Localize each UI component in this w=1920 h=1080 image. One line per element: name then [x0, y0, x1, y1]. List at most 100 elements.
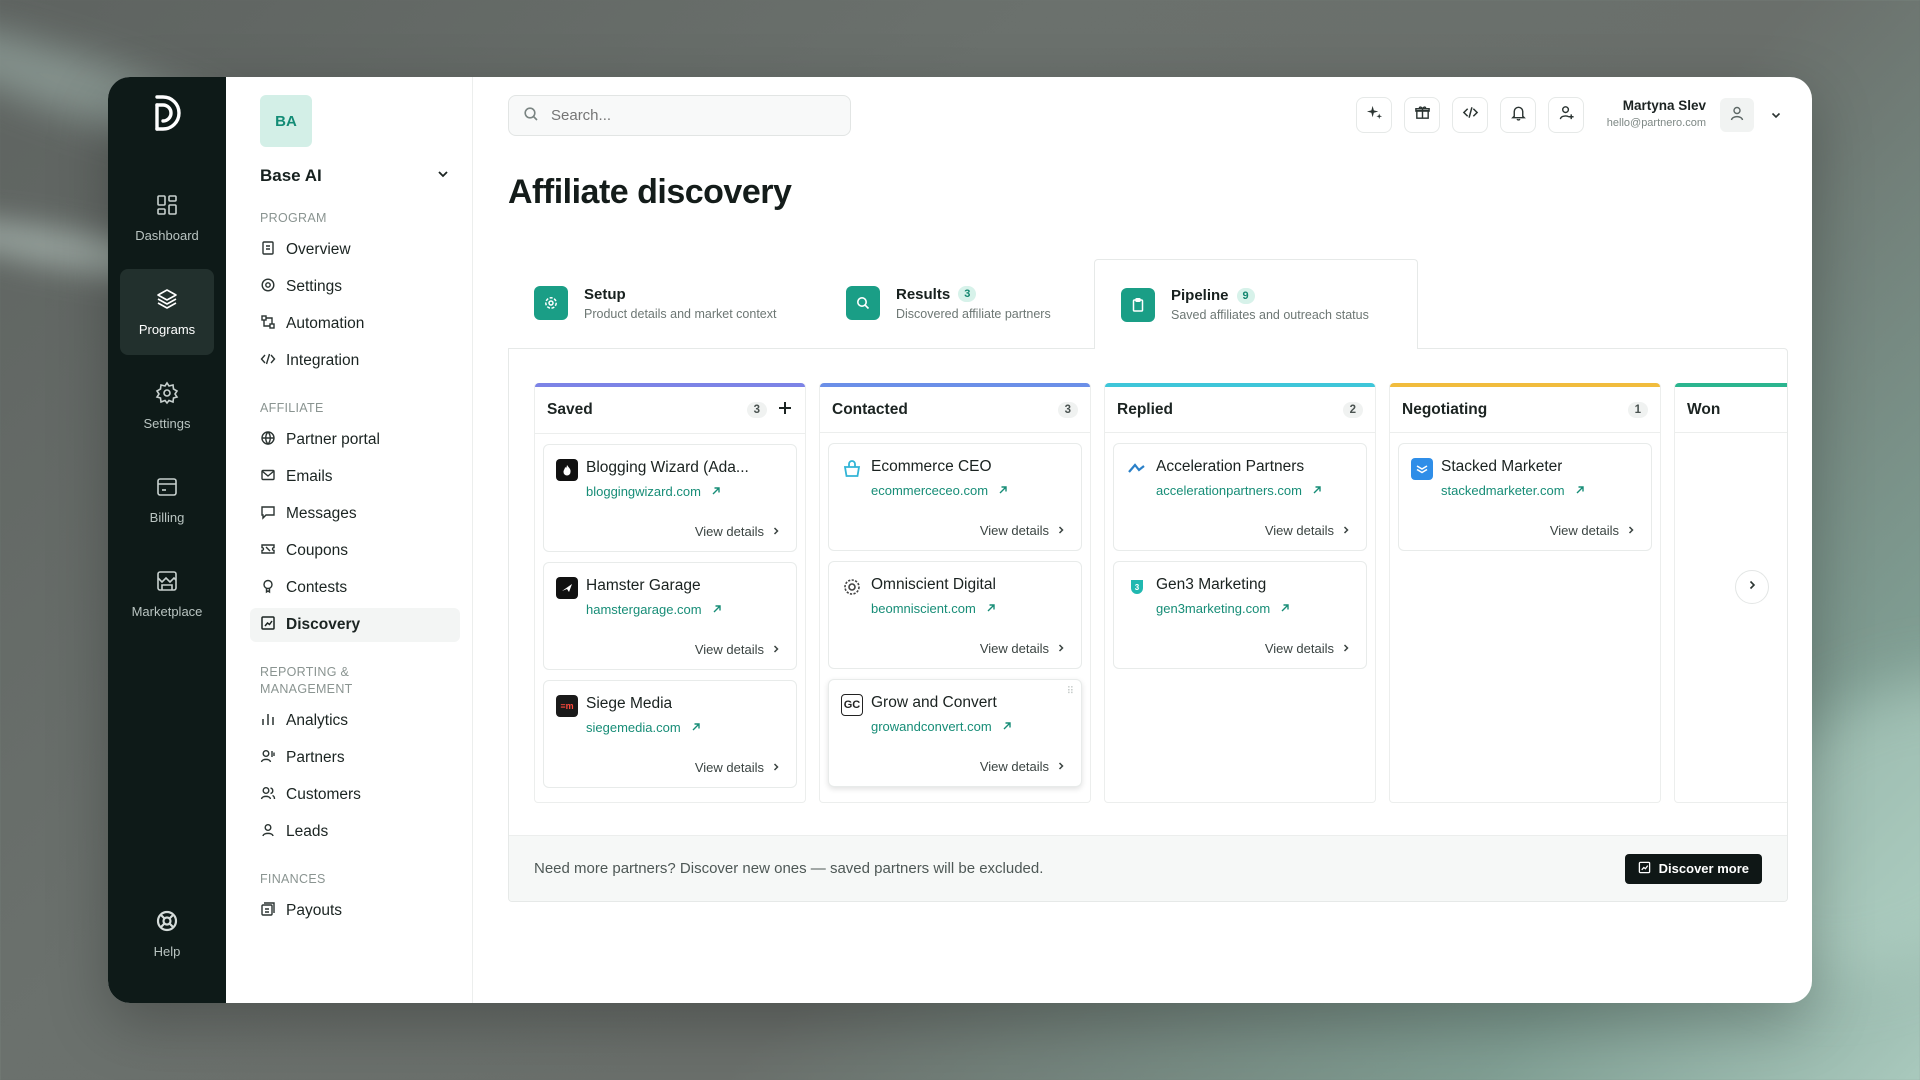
view-details-link[interactable]: View details — [1265, 641, 1350, 656]
rail-programs-label: Programs — [138, 322, 196, 337]
scroll-next-button[interactable] — [1735, 570, 1769, 604]
gift-button[interactable] — [1404, 97, 1440, 133]
card-blogging-wizard[interactable]: Blogging Wizard (Ada... bloggingwizard.c… — [543, 444, 797, 552]
workspace-switcher[interactable]: Base AI — [260, 164, 450, 188]
card-link[interactable]: growandconvert.com — [871, 719, 1012, 734]
card-link[interactable]: accelerationpartners.com — [1156, 483, 1322, 498]
drag-handle-icon[interactable]: ⠿ — [1067, 686, 1074, 697]
user-info: Martyna Slev hello@partnero.com — [1607, 98, 1706, 129]
tab-pipeline[interactable]: Pipeline 9 Saved affiliates and outreach … — [1094, 259, 1418, 349]
tab-results[interactable]: Results 3 Discovered affiliate partners — [820, 259, 1100, 347]
user-menu-chevron-down-icon[interactable] — [1770, 108, 1782, 126]
bell-icon — [1510, 104, 1527, 126]
card-link[interactable]: hamstergarage.com — [586, 602, 722, 617]
card-gen3-marketing[interactable]: 3 Gen3 Marketing gen3marketing.com View … — [1113, 561, 1367, 669]
view-details-link[interactable]: View details — [1550, 523, 1635, 538]
nav-coupons[interactable]: Coupons — [250, 534, 460, 568]
nav-automation[interactable]: Automation — [250, 307, 460, 341]
discover-chart-icon — [1638, 861, 1651, 877]
external-arrow-icon — [1312, 483, 1322, 498]
nav-overview-label: Overview — [286, 241, 351, 258]
view-details-link[interactable]: View details — [695, 524, 780, 539]
nav-partner-portal[interactable]: Partner portal — [250, 423, 460, 457]
rail-dashboard[interactable]: Dashboard — [120, 175, 214, 261]
column-negotiating-count: 1 — [1627, 401, 1648, 418]
document-icon — [260, 240, 276, 261]
pipeline-columns: Saved 3 Blogging Wizard (Ada... blogging… — [534, 383, 1787, 803]
omniscient-digital-logo-icon — [841, 576, 863, 598]
page-title: Affiliate discovery — [508, 173, 792, 211]
nav-messages[interactable]: Messages — [250, 497, 460, 531]
notifications-button[interactable] — [1500, 97, 1536, 133]
card-link[interactable]: ecommerceceo.com — [871, 483, 1008, 498]
card-link-text: gen3marketing.com — [1156, 601, 1271, 616]
partnero-logo[interactable] — [147, 91, 187, 135]
view-details-label: View details — [694, 524, 764, 539]
card-link[interactable]: beomniscient.com — [871, 601, 996, 616]
view-details-link[interactable]: View details — [980, 759, 1065, 774]
search-box[interactable] — [508, 95, 851, 136]
card-ecommerce-ceo[interactable]: Ecommerce CEO ecommerceceo.com View deta… — [828, 443, 1082, 551]
card-hamster-garage[interactable]: Hamster Garage hamstergarage.com View de… — [543, 562, 797, 670]
view-details-link[interactable]: View details — [980, 523, 1065, 538]
program-sidebar: BA Base AI PROGRAM Overview Settings Aut… — [226, 77, 473, 1003]
developer-code-button[interactable] — [1452, 97, 1488, 133]
nav-leads[interactable]: Leads — [250, 815, 460, 849]
nav-integration[interactable]: Integration — [250, 344, 460, 378]
rail-marketplace-label: Marketplace — [131, 604, 203, 619]
view-details-link[interactable]: View details — [1265, 523, 1350, 538]
nav-partners[interactable]: Partners — [250, 741, 460, 775]
view-details-label: View details — [1549, 523, 1619, 538]
chevron-right-icon — [1342, 523, 1350, 538]
nav-contests[interactable]: Contests — [250, 571, 460, 605]
chevron-right-icon — [1057, 523, 1065, 538]
nav-payouts[interactable]: Payouts — [250, 894, 460, 928]
view-details-link[interactable]: View details — [980, 641, 1065, 656]
chevron-right-icon — [1627, 523, 1635, 538]
section-label-reporting: REPORTING & MANAGEMENT — [260, 665, 353, 696]
nav-overview[interactable]: Overview — [250, 233, 460, 267]
invite-user-button[interactable] — [1548, 97, 1584, 133]
nav-customers[interactable]: Customers — [250, 778, 460, 812]
user-avatar[interactable] — [1720, 98, 1754, 132]
tab-results-title: Results — [896, 285, 951, 303]
nav-discovery[interactable]: Discovery — [250, 608, 460, 642]
ai-sparkle-button[interactable] — [1356, 97, 1392, 133]
card-grow-and-convert[interactable]: ⠿ GC Grow and Convert growandconvert.com… — [828, 679, 1082, 787]
discovery-chart-icon — [260, 615, 276, 636]
tab-results-subtitle: Discovered affiliate partners — [896, 306, 1051, 321]
rail-programs[interactable]: Programs — [120, 269, 214, 355]
card-omniscient-digital[interactable]: Omniscient Digital beomniscient.com View… — [828, 561, 1082, 669]
card-link[interactable]: stackedmarketer.com — [1441, 483, 1585, 498]
rail-marketplace[interactable]: Marketplace — [120, 551, 214, 637]
view-details-link[interactable]: View details — [695, 760, 780, 775]
gen3-marketing-logo-icon: 3 — [1126, 576, 1148, 598]
nav-messages-label: Messages — [286, 505, 357, 522]
nav-settings[interactable]: Settings — [250, 270, 460, 304]
tab-setup[interactable]: Setup Product details and market context — [508, 259, 808, 347]
search-input[interactable] — [551, 107, 821, 124]
chevron-right-icon — [772, 760, 780, 775]
card-link[interactable]: siegemedia.com — [586, 720, 701, 735]
card-name: Hamster Garage — [586, 577, 701, 594]
card-link[interactable]: bloggingwizard.com — [586, 484, 721, 499]
tab-pipeline-title: Pipeline — [1171, 287, 1229, 304]
rail-settings[interactable]: Settings — [120, 363, 214, 449]
nav-emails[interactable]: Emails — [250, 460, 460, 494]
chevron-right-icon — [1057, 641, 1065, 656]
card-stacked-marketer[interactable]: Stacked Marketer stackedmarketer.com Vie… — [1398, 443, 1652, 551]
card-link[interactable]: gen3marketing.com — [1156, 601, 1290, 616]
discover-more-button[interactable]: Discover more — [1624, 853, 1762, 884]
nav-analytics[interactable]: Analytics — [250, 704, 460, 738]
view-details-label: View details — [979, 523, 1049, 538]
store-icon — [155, 569, 179, 596]
column-won: Won — [1674, 383, 1787, 803]
view-details-link[interactable]: View details — [695, 642, 780, 657]
card-siege-media[interactable]: ≡m Siege Media siegemedia.com View detai… — [543, 680, 797, 788]
rail-billing[interactable]: Billing — [120, 457, 214, 543]
rail-help[interactable]: Help — [120, 891, 214, 977]
main-content: Martyna Slev hello@partnero.com Affiliat… — [473, 77, 1812, 1003]
card-acceleration-partners[interactable]: Acceleration Partners accelerationpartne… — [1113, 443, 1367, 551]
add-plus-icon[interactable] — [777, 400, 793, 421]
chevron-down-icon — [436, 167, 450, 186]
